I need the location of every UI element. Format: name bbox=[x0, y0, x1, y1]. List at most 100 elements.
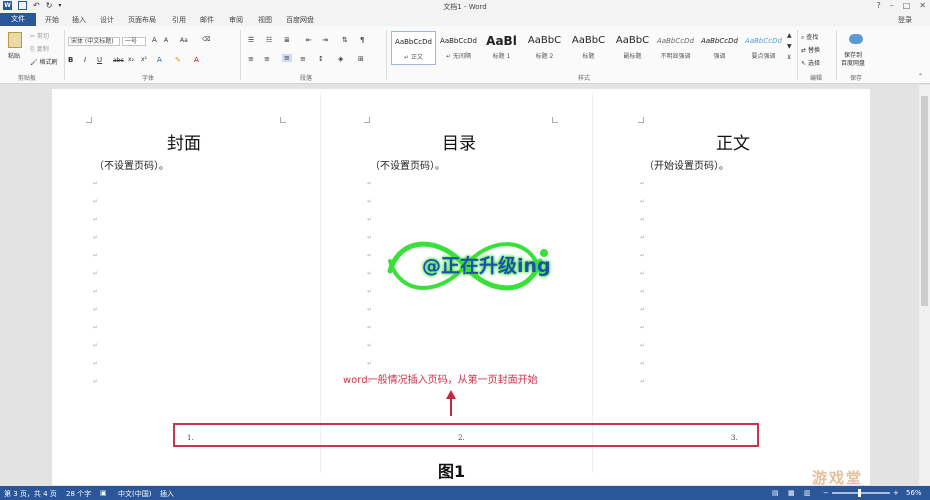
collapse-ribbon-icon[interactable]: ⌃ bbox=[918, 73, 923, 80]
line-spacing-icon[interactable]: ↕ bbox=[318, 55, 324, 63]
text-effect-icon[interactable]: A bbox=[157, 56, 162, 64]
style-heading-2[interactable]: AaBbC 标题 2 bbox=[522, 31, 567, 65]
font-color-icon[interactable]: A bbox=[194, 56, 199, 64]
subscript-button[interactable]: x₂ bbox=[128, 56, 134, 63]
tab-mailings[interactable]: 邮件 bbox=[200, 15, 214, 25]
styles-more-icon[interactable]: ⊻ bbox=[787, 54, 791, 61]
tab-design[interactable]: 设计 bbox=[100, 15, 114, 25]
align-right-icon[interactable]: ≡ bbox=[300, 55, 306, 63]
style-name: 要点强调 bbox=[751, 53, 776, 60]
print-layout-icon[interactable]: ▦ bbox=[788, 489, 795, 497]
crop-mark bbox=[280, 117, 286, 123]
format-painter-button[interactable]: 🖌 格式刷 bbox=[30, 57, 58, 66]
paste-icon[interactable] bbox=[8, 32, 22, 48]
style-no-spacing[interactable]: AaBbCcDd ↵ 无间隔 bbox=[436, 31, 481, 65]
style-heading-1[interactable]: AaBl 标题 1 bbox=[479, 31, 524, 65]
help-button[interactable]: ? bbox=[876, 1, 880, 10]
zoom-in-icon[interactable]: + bbox=[893, 489, 899, 497]
sort-icon[interactable]: ⇅ bbox=[342, 36, 348, 44]
align-left-icon[interactable]: ≡ bbox=[248, 55, 254, 63]
select-button[interactable]: ↖ 选择 bbox=[801, 58, 820, 67]
numbering-icon[interactable]: ☷ bbox=[266, 36, 272, 44]
paste-button[interactable]: 粘贴 bbox=[8, 51, 20, 60]
find-button[interactable]: ⌕ 查找 bbox=[801, 32, 818, 42]
cut-button[interactable]: ✂ 剪切 bbox=[30, 31, 49, 40]
grow-font-button[interactable]: A bbox=[152, 36, 157, 44]
shrink-font-button[interactable]: A bbox=[164, 37, 168, 44]
style-normal[interactable]: AaBbCcDd ↵ 正文 bbox=[391, 31, 436, 65]
insert-mode-status[interactable]: 插入 bbox=[160, 489, 174, 499]
save-to-pan-line2[interactable]: 百度网盘 bbox=[841, 58, 865, 67]
replace-button[interactable]: ⇄ 替换 bbox=[801, 45, 820, 54]
increase-indent-icon[interactable]: ⇥ bbox=[322, 36, 328, 44]
login-link[interactable]: 登录 bbox=[898, 15, 912, 25]
bullets-icon[interactable]: ☰ bbox=[248, 36, 254, 44]
tab-review[interactable]: 审阅 bbox=[229, 15, 243, 25]
tab-baidu-pan[interactable]: 百度网盘 bbox=[286, 15, 314, 25]
page-title-toc: 目录 bbox=[442, 134, 476, 154]
styles-scroll-up-icon[interactable]: ▲ bbox=[787, 32, 792, 39]
language-status[interactable]: 中文(中国) bbox=[118, 489, 151, 499]
highlight-icon[interactable]: ✎ bbox=[175, 56, 181, 64]
strikethrough-button[interactable]: abc bbox=[113, 57, 124, 64]
document-area: 封面 （不设置页码）。 目录 （不设置页码）。 正文 （开始设置页码）。 ↵ ↵ ↵… bbox=[0, 85, 930, 485]
zoom-level[interactable]: 56% bbox=[906, 489, 922, 497]
proofing-icon[interactable]: ▣ bbox=[100, 489, 107, 497]
watermark-text: @正在升级ing bbox=[422, 255, 551, 277]
justify-icon[interactable]: ≡ bbox=[282, 54, 292, 62]
maximize-button[interactable]: □ bbox=[903, 1, 911, 10]
read-mode-icon[interactable]: ▤ bbox=[772, 489, 779, 497]
show-marks-icon[interactable]: ¶ bbox=[360, 36, 364, 44]
style-subtle-emphasis[interactable]: AaBbCcDd 不明显强调 bbox=[653, 31, 698, 65]
font-name-select[interactable]: 宋体 (中文标题) bbox=[68, 37, 120, 46]
cloud-save-icon[interactable] bbox=[849, 34, 863, 44]
zoom-slider-knob[interactable] bbox=[858, 489, 861, 497]
font-group-label: 字体 bbox=[142, 75, 155, 82]
tab-insert[interactable]: 插入 bbox=[72, 15, 86, 25]
tab-home[interactable]: 开始 bbox=[45, 15, 59, 25]
tab-view[interactable]: 视图 bbox=[258, 15, 272, 25]
zoom-out-icon[interactable]: − bbox=[823, 489, 829, 497]
style-title[interactable]: AaBbC 标题 bbox=[566, 31, 611, 65]
copy-button[interactable]: ⎘ 复制 bbox=[30, 44, 49, 54]
page-divider bbox=[592, 93, 593, 473]
clear-format-icon[interactable]: ⌫ bbox=[202, 36, 210, 43]
tab-references[interactable]: 引用 bbox=[172, 15, 186, 25]
editing-group-label: 编辑 bbox=[810, 75, 823, 82]
ribbon: 粘贴 ✂ 剪切 ⎘ 复制 🖌 格式刷 剪贴板 宋体 (中文标题) 一号 A A … bbox=[0, 26, 930, 84]
shading-icon[interactable]: ◈ bbox=[338, 55, 343, 63]
crop-mark bbox=[86, 117, 92, 123]
select-label: 选择 bbox=[807, 60, 820, 67]
site-watermark-logo: 游戏堂 bbox=[812, 469, 864, 487]
italic-button[interactable]: I bbox=[84, 56, 86, 64]
style-name: 标题 bbox=[582, 53, 595, 60]
scrollbar-thumb[interactable] bbox=[921, 96, 928, 306]
web-layout-icon[interactable]: ▥ bbox=[804, 489, 811, 497]
style-intense-emphasis[interactable]: AaBbCcDd 要点强调 bbox=[741, 31, 786, 65]
styles-scroll-down-icon[interactable]: ▼ bbox=[787, 43, 792, 50]
page-count-status[interactable]: 第 3 页，共 4 页 bbox=[4, 489, 57, 499]
multilevel-list-icon[interactable]: ≣ bbox=[284, 36, 290, 44]
tab-layout[interactable]: 页面布局 bbox=[128, 15, 156, 25]
style-emphasis[interactable]: AaBbCcDd 强调 bbox=[697, 31, 742, 65]
save-group-label: 保存 bbox=[850, 75, 863, 82]
annotation-text: word一般情况插入页码，从第一页封面开始 bbox=[343, 375, 538, 386]
style-subtitle[interactable]: AaBbC 副标题 bbox=[610, 31, 655, 65]
replace-label: 替换 bbox=[807, 47, 820, 54]
superscript-button[interactable]: x² bbox=[141, 56, 147, 63]
word-count-status[interactable]: 28 个字 bbox=[66, 489, 91, 499]
page-subtitle-body: （开始设置页码）。 bbox=[644, 161, 729, 172]
tab-file[interactable]: 文件 bbox=[0, 13, 36, 26]
borders-icon[interactable]: ⊞ bbox=[358, 55, 364, 63]
change-case-button[interactable]: Aa bbox=[180, 37, 188, 44]
minimize-button[interactable]: – bbox=[890, 1, 894, 10]
bold-button[interactable]: B bbox=[68, 56, 73, 64]
zoom-slider[interactable] bbox=[832, 492, 890, 494]
style-name: ↵ 正文 bbox=[404, 54, 423, 61]
align-center-icon[interactable]: ≡ bbox=[264, 55, 270, 63]
close-button[interactable]: ✕ bbox=[919, 1, 926, 10]
underline-button[interactable]: U bbox=[97, 56, 102, 64]
font-size-select[interactable]: 一号 bbox=[122, 37, 146, 46]
decrease-indent-icon[interactable]: ⇤ bbox=[306, 36, 312, 44]
style-sample: AaBbC bbox=[615, 35, 650, 46]
